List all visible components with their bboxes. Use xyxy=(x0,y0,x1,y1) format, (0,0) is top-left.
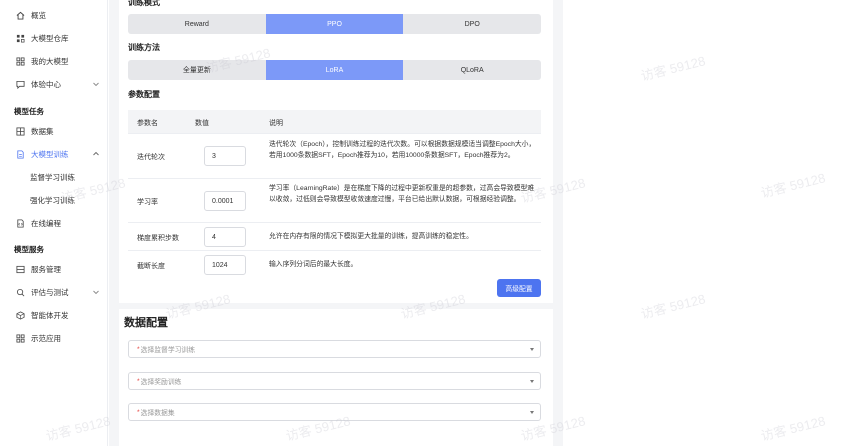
sidebar-subitem-reinforcement[interactable]: 强化学习训练 xyxy=(0,191,108,209)
table-icon xyxy=(16,126,25,136)
data-config-title: 数据配置 xyxy=(124,317,168,329)
param-name: 梯度累积步数 xyxy=(137,235,179,242)
param-description: 允许在内存有限的情况下模拟更大批量的训练，提高训练的稳定性。 xyxy=(269,233,473,240)
grid-icon xyxy=(16,34,25,43)
server-icon xyxy=(16,265,25,274)
mode-option-ppo[interactable]: PPO xyxy=(265,14,404,34)
param-description: 输入序列分词后的最大长度。 xyxy=(269,261,358,268)
chat-icon xyxy=(16,80,25,89)
sidebar-item-label: 体验中心 xyxy=(31,79,61,89)
sidebar-item-overview[interactable]: 概览 xyxy=(0,6,108,24)
sidebar-item-agent-dev[interactable]: 智能体开发 xyxy=(0,306,108,324)
sidebar-item-datasets[interactable]: 数据集 xyxy=(0,122,108,140)
group-title-model-services: 模型服务 xyxy=(14,245,44,254)
code-file-icon xyxy=(16,218,25,228)
sidebar-item-evaluation[interactable]: 评估与测试 xyxy=(0,283,108,301)
table-row: 迭代轮次 3 迭代轮次（Epoch），控制训练过程的迭代次数。可以根据数据规模适… xyxy=(128,134,541,179)
required-mark: * xyxy=(137,377,140,385)
advanced-config-button[interactable]: 高级配置 xyxy=(497,279,541,297)
caret-down-icon xyxy=(530,411,534,414)
required-mark: * xyxy=(137,408,140,416)
param-name: 截断长度 xyxy=(137,263,165,270)
mode-option-dpo[interactable]: DPO xyxy=(403,14,541,34)
column-header: 数值 xyxy=(195,120,209,127)
dataset-select[interactable]: * 选择数据集 xyxy=(128,403,541,421)
supervised-training-select[interactable]: * 选择监督学习训练 xyxy=(128,340,541,358)
apps-icon xyxy=(16,333,25,343)
sidebar: 概览 大模型仓库 我的大模型 体验中心 模型任务 数据集 大模型训练 监督学习训… xyxy=(0,0,108,446)
sidebar-item-model-repo[interactable]: 大模型仓库 xyxy=(0,29,108,47)
chevron-down-icon xyxy=(92,80,100,88)
sidebar-item-label: 智能体开发 xyxy=(31,310,69,320)
required-mark: * xyxy=(137,345,140,353)
watermark: 访客 59128 xyxy=(759,170,827,201)
doc-icon xyxy=(16,149,25,159)
chevron-down-icon xyxy=(92,288,100,296)
param-description: 学习率（LearningRate）是在梯度下降的过程中更新权重是的超参数，过高会… xyxy=(269,185,535,203)
home-icon xyxy=(16,11,25,20)
table-row: 截断长度 1024 输入序列分词后的最大长度。 xyxy=(128,251,541,279)
param-description: 迭代轮次（Epoch），控制训练过程的迭代次数。可以根据数据规模适当调整Epoc… xyxy=(269,141,536,159)
select-placeholder: 选择监督学习训练 xyxy=(140,347,196,354)
section-divider xyxy=(119,303,553,309)
sidebar-item-demo-apps[interactable]: 示范应用 xyxy=(0,329,108,347)
sidebar-item-my-models[interactable]: 我的大模型 xyxy=(0,52,108,70)
table-header-row: 参数名 数值 说明 xyxy=(128,110,541,134)
training-mode-label: 训练模式 xyxy=(128,0,160,7)
sidebar-item-model-training[interactable]: 大模型训练 xyxy=(0,145,108,163)
apps-icon xyxy=(16,56,25,66)
param-name: 迭代轮次 xyxy=(137,154,165,161)
sidebar-item-experience[interactable]: 体验中心 xyxy=(0,75,108,93)
training-method-segmented: 全量更新 LoRA QLoRA xyxy=(128,60,541,80)
sidebar-item-label: 大模型训练 xyxy=(31,149,69,159)
sidebar-item-online-coding[interactable]: 在线编程 xyxy=(0,214,108,232)
training-mode-segmented: Reward PPO DPO xyxy=(128,14,541,34)
sidebar-item-label: 强化学习训练 xyxy=(30,195,75,205)
sidebar-item-label: 服务管理 xyxy=(31,264,61,274)
sidebar-item-label: 我的大模型 xyxy=(31,56,69,66)
param-value-input[interactable]: 0.0001 xyxy=(204,191,246,211)
caret-down-icon xyxy=(530,380,534,383)
select-placeholder: 选择奖励训练 xyxy=(140,379,182,386)
params-label: 参数配置 xyxy=(128,90,160,99)
watermark: 访客 59128 xyxy=(639,291,707,322)
param-value-input[interactable]: 1024 xyxy=(204,255,246,275)
sidebar-item-label: 大模型仓库 xyxy=(31,33,69,43)
sidebar-item-label: 概览 xyxy=(31,10,46,20)
reward-training-select[interactable]: * 选择奖励训练 xyxy=(128,372,541,390)
sidebar-item-label: 评估与测试 xyxy=(31,287,69,297)
column-header: 说明 xyxy=(269,120,283,127)
sidebar-item-label: 在线编程 xyxy=(31,218,61,228)
sidebar-item-label: 监督学习训练 xyxy=(30,172,75,182)
table-row: 梯度累积步数 4 允许在内存有限的情况下模拟更大批量的训练，提高训练的稳定性。 xyxy=(128,223,541,251)
training-method-label: 训练方法 xyxy=(128,43,160,52)
param-name: 学习率 xyxy=(137,199,158,206)
column-header: 参数名 xyxy=(137,120,158,127)
param-value-input[interactable]: 4 xyxy=(204,227,246,247)
mode-option-reward[interactable]: Reward xyxy=(128,14,266,34)
table-row: 学习率 0.0001 学习率（LearningRate）是在梯度下降的过程中更新… xyxy=(128,179,541,223)
chevron-up-icon xyxy=(92,150,100,158)
content-gutter-right xyxy=(553,0,563,446)
watermark: 访客 59128 xyxy=(639,53,707,84)
group-title-model-tasks: 模型任务 xyxy=(14,107,44,116)
param-value-input[interactable]: 3 xyxy=(204,146,246,166)
sidebar-item-label: 示范应用 xyxy=(31,333,61,343)
sidebar-subitem-supervised[interactable]: 监督学习训练 xyxy=(0,168,108,186)
watermark: 访客 59128 xyxy=(759,413,827,444)
content-gutter xyxy=(109,0,119,446)
sidebar-item-label: 数据集 xyxy=(31,126,54,136)
caret-down-icon xyxy=(530,348,534,351)
sidebar-item-service-management[interactable]: 服务管理 xyxy=(0,260,108,278)
method-option-full[interactable]: 全量更新 xyxy=(128,60,266,80)
select-placeholder: 选择数据集 xyxy=(140,410,175,417)
eval-icon xyxy=(16,288,25,297)
agent-icon xyxy=(16,310,25,320)
method-option-qlora[interactable]: QLoRA xyxy=(403,60,541,80)
method-option-lora[interactable]: LoRA xyxy=(265,60,404,80)
